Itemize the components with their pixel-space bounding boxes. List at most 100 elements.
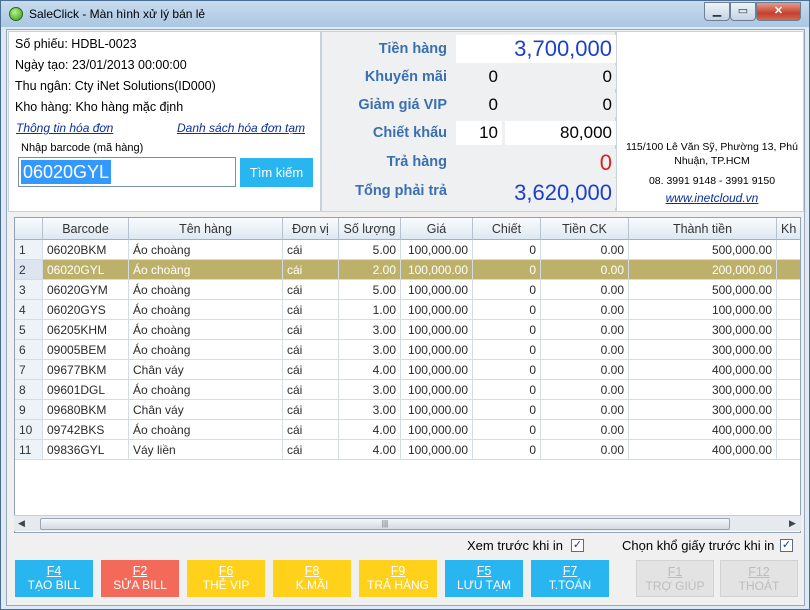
- cell-discount-pct[interactable]: 0: [473, 300, 541, 320]
- cell-price[interactable]: 100,000.00: [401, 440, 473, 460]
- cell-extra[interactable]: [777, 280, 800, 300]
- table-row[interactable]: 10 09742BKS Áo choàng cái 4.00 100,000.00 0 0.0…: [15, 420, 800, 440]
- cell-product-name[interactable]: Áo choàng: [129, 380, 283, 400]
- cell-quantity[interactable]: 4.00: [339, 440, 401, 460]
- cell-line-total[interactable]: 100,000.00: [629, 300, 777, 320]
- cell-unit[interactable]: cái: [283, 300, 339, 320]
- cell-unit[interactable]: cái: [283, 340, 339, 360]
- table-row[interactable]: 4 06020GYS Áo choàng cái 1.00 100,000.00 0 0.00…: [15, 300, 800, 320]
- cell-price[interactable]: 100,000.00: [401, 420, 473, 440]
- cell-price[interactable]: 100,000.00: [401, 260, 473, 280]
- col-extra[interactable]: Kh: [777, 218, 800, 240]
- table-row[interactable]: 1 06020BKM Áo choàng cái 5.00 100,000.00 0 0.00…: [15, 240, 800, 260]
- cell-discount-pct[interactable]: 0: [473, 360, 541, 380]
- cell-price[interactable]: 100,000.00: [401, 240, 473, 260]
- cell-unit[interactable]: cái: [283, 320, 339, 340]
- cell-line-total[interactable]: 500,000.00: [629, 280, 777, 300]
- cell-discount-amount[interactable]: 0.00: [541, 300, 629, 320]
- cell-product-name[interactable]: Áo choàng: [129, 280, 283, 300]
- cell-extra[interactable]: [777, 240, 800, 260]
- button-f8[interactable]: F8 K.MÃI: [273, 560, 351, 597]
- preview-before-print-checkbox[interactable]: ✓: [571, 539, 584, 552]
- button-f7[interactable]: F7 T.TOÁN: [531, 560, 609, 597]
- cell-line-total[interactable]: 300,000.00: [629, 320, 777, 340]
- cell-product-name[interactable]: Chân váy: [129, 400, 283, 420]
- cell-line-total[interactable]: 200,000.00: [629, 260, 777, 280]
- cell-line-total[interactable]: 400,000.00: [629, 360, 777, 380]
- cell-barcode[interactable]: 06020GYS: [43, 300, 129, 320]
- cell-quantity[interactable]: 5.00: [339, 280, 401, 300]
- cell-extra[interactable]: [777, 340, 800, 360]
- cell-unit[interactable]: cái: [283, 280, 339, 300]
- cell-line-total[interactable]: 400,000.00: [629, 420, 777, 440]
- cell-product-name[interactable]: Áo choàng: [129, 420, 283, 440]
- cell-extra[interactable]: [777, 400, 800, 420]
- button-f2[interactable]: F2 SỬA BILL: [101, 560, 179, 597]
- cell-unit[interactable]: cái: [283, 400, 339, 420]
- scroll-left-icon[interactable]: ◀: [18, 518, 25, 529]
- cell-line-total[interactable]: 400,000.00: [629, 440, 777, 460]
- table-row[interactable]: 6 09005BEM Áo choàng cái 3.00 100,000.00 0 0.00…: [15, 340, 800, 360]
- cell-price[interactable]: 100,000.00: [401, 340, 473, 360]
- promotion-percent[interactable]: 0: [456, 65, 502, 89]
- cell-discount-pct[interactable]: 0: [473, 320, 541, 340]
- cell-discount-amount[interactable]: 0.00: [541, 360, 629, 380]
- button-f12[interactable]: F12 THOÁT: [720, 560, 798, 597]
- choose-paper-size-checkbox[interactable]: ✓: [780, 539, 793, 552]
- table-row[interactable]: 7 09677BKM Chân váy cái 4.00 100,000.00 0 0.00 4…: [15, 360, 800, 380]
- col-unit[interactable]: Đơn vị: [283, 218, 339, 240]
- cell-discount-pct[interactable]: 0: [473, 280, 541, 300]
- cell-quantity[interactable]: 3.00: [339, 400, 401, 420]
- cell-barcode[interactable]: 09601DGL: [43, 380, 129, 400]
- col-quantity[interactable]: Số lượng: [339, 218, 401, 240]
- cell-product-name[interactable]: Áo choàng: [129, 300, 283, 320]
- maximize-button[interactable]: ▭: [730, 2, 756, 21]
- cell-barcode[interactable]: 09680BKM: [43, 400, 129, 420]
- cell-line-total[interactable]: 300,000.00: [629, 400, 777, 420]
- invoice-info-link[interactable]: Thông tin hóa đơn: [16, 121, 113, 135]
- cell-discount-amount[interactable]: 0.00: [541, 440, 629, 460]
- table-row[interactable]: 9 09680BKM Chân váy cái 3.00 100,000.00 0 0.00 3…: [15, 400, 800, 420]
- cell-discount-amount[interactable]: 0.00: [541, 420, 629, 440]
- cell-extra[interactable]: [777, 440, 800, 460]
- col-product-name[interactable]: Tên hàng: [129, 218, 283, 240]
- cell-extra[interactable]: [777, 420, 800, 440]
- cell-quantity[interactable]: 1.00: [339, 300, 401, 320]
- cell-discount-pct[interactable]: 0: [473, 340, 541, 360]
- cell-quantity[interactable]: 5.00: [339, 240, 401, 260]
- cell-unit[interactable]: cái: [283, 420, 339, 440]
- cell-discount-amount[interactable]: 0.00: [541, 320, 629, 340]
- cell-barcode[interactable]: 06020BKM: [43, 240, 129, 260]
- cell-discount-amount[interactable]: 0.00: [541, 260, 629, 280]
- cell-unit[interactable]: cái: [283, 260, 339, 280]
- cell-quantity[interactable]: 2.00: [339, 260, 401, 280]
- close-button[interactable]: ✕: [756, 2, 801, 21]
- vip-discount-percent[interactable]: 0: [456, 93, 502, 117]
- cell-product-name[interactable]: Áo choàng: [129, 240, 283, 260]
- col-discount-pct[interactable]: Chiết: [473, 218, 541, 240]
- cell-unit[interactable]: cái: [283, 360, 339, 380]
- cell-extra[interactable]: [777, 380, 800, 400]
- cell-quantity[interactable]: 3.00: [339, 340, 401, 360]
- cell-quantity[interactable]: 3.00: [339, 320, 401, 340]
- product-grid[interactable]: Barcode Tên hàng Đơn vị Số lượng Giá Chi…: [14, 217, 801, 533]
- col-price[interactable]: Giá: [401, 218, 473, 240]
- minimize-button[interactable]: ▁: [704, 2, 730, 21]
- cell-price[interactable]: 100,000.00: [401, 300, 473, 320]
- cell-product-name[interactable]: Áo choàng: [129, 320, 283, 340]
- cell-discount-amount[interactable]: 0.00: [541, 380, 629, 400]
- discount-amount-input[interactable]: 80,000: [505, 121, 616, 145]
- cell-discount-pct[interactable]: 0: [473, 380, 541, 400]
- cell-price[interactable]: 100,000.00: [401, 400, 473, 420]
- cell-discount-amount[interactable]: 0.00: [541, 280, 629, 300]
- cell-line-total[interactable]: 500,000.00: [629, 240, 777, 260]
- cell-discount-pct[interactable]: 0: [473, 440, 541, 460]
- temp-invoice-list-link[interactable]: Danh sách hóa đơn tạm: [177, 121, 305, 135]
- cell-barcode[interactable]: 09742BKS: [43, 420, 129, 440]
- cell-price[interactable]: 100,000.00: [401, 280, 473, 300]
- cell-barcode[interactable]: 09005BEM: [43, 340, 129, 360]
- button-f9[interactable]: F9 TRẢ HÀNG: [359, 560, 437, 597]
- col-line-total[interactable]: Thành tiền: [629, 218, 777, 240]
- cell-extra[interactable]: [777, 360, 800, 380]
- cell-line-total[interactable]: 300,000.00: [629, 380, 777, 400]
